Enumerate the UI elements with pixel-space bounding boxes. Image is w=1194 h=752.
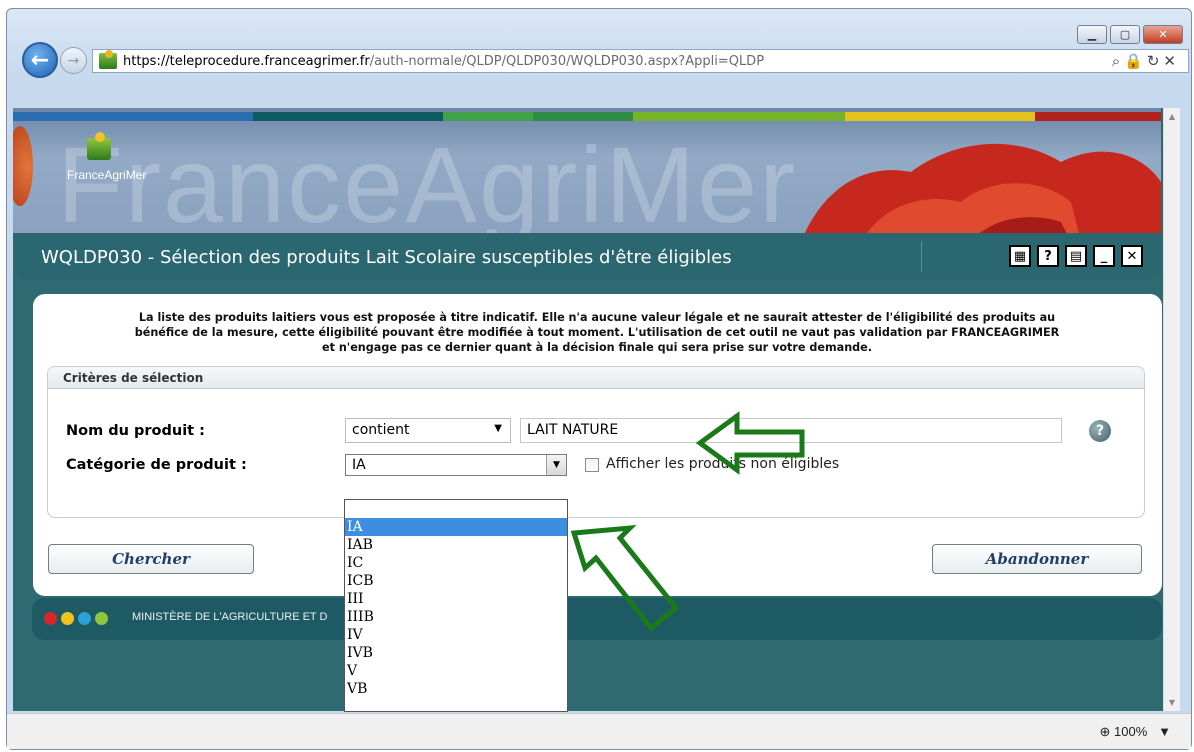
logo-icon [87,132,111,160]
footer-ministry-text: MINISTÈRE DE L'AGRICULTURE ET D [132,611,328,623]
dropdown-option[interactable]: VB [345,680,567,698]
selection-criteria-fieldset: Critères de sélection Nom du produit : c… [47,366,1145,518]
logo[interactable]: FranceAgriMer [67,132,147,200]
dropdown-option[interactable]: IV [345,626,567,644]
category-label: Catégorie de produit : [66,457,247,473]
calculator-icon[interactable]: ▦ [1009,245,1031,267]
window-minimize-button[interactable]: ▁ [1077,25,1107,44]
dropdown-option[interactable]: IIIB [345,608,567,626]
product-name-label: Nom du produit : [66,423,205,439]
search-button[interactable]: Chercher [48,544,254,574]
window-maximize-button[interactable]: ▢ [1110,25,1140,44]
zoom-level: 100% [1114,724,1148,739]
dropdown-arrow-icon[interactable]: ▼ [546,455,566,475]
header-banner: FranceAgriMer FranceAgriMer [13,108,1161,233]
main-panel: La liste des produits laitiers vous est … [33,294,1162,596]
page-content: FranceAgriMer FranceAgriMer WQLDP030 - S… [13,108,1176,711]
window-close-button[interactable]: ✕ [1143,25,1183,44]
chevron-down-icon[interactable]: ▼ [1151,724,1171,739]
page-title: WQLDP030 - Sélection des produits Lait S… [41,247,732,268]
flower-petal-left [13,126,33,206]
dropdown-option[interactable]: IVB [345,644,567,662]
refresh-icon[interactable]: ↻ [1147,52,1164,70]
url-host: https://teleprocedure.franceagrimer.fr [123,53,370,69]
zoom-icon: ⊕ [1099,724,1111,739]
lock-icon[interactable]: 🔒 [1124,52,1147,70]
red-dot-icon [44,612,57,625]
stop-icon[interactable]: ✕ [1163,52,1180,70]
dropdown-option[interactable] [345,500,567,518]
zoom-control[interactable]: ⊕ 100% ▼ [1100,724,1172,740]
dropdown-option[interactable]: IAB [345,536,567,554]
scroll-down-icon[interactable]: ▼ [1164,698,1180,707]
category-select[interactable]: IA ▼ [345,454,567,476]
product-name-input[interactable]: LAIT NATURE [520,418,1062,443]
dropdown-option[interactable]: ICB [345,572,567,590]
print-icon[interactable]: ▤ [1065,245,1087,267]
disclaimer-text: La liste des produits laitiers vous est … [43,310,1151,355]
show-ineligible-checkbox[interactable] [585,458,599,472]
color-stripes [13,112,1161,121]
help-icon[interactable]: ? [1037,245,1059,267]
match-mode-value: contient [352,422,410,438]
category-value: IA [352,457,366,473]
category-dropdown-list[interactable]: IA IAB IC ICB III IIIB IV IVB V VB [344,499,568,712]
match-mode-select[interactable]: contient ▼ [345,418,511,443]
dropdown-option-selected[interactable]: IA [345,518,567,536]
search-icon[interactable]: ⌕ [1112,52,1124,70]
cancel-button[interactable]: Abandonner [932,544,1142,574]
forward-arrow-icon[interactable]: → [60,47,87,74]
dropdown-option[interactable]: V [345,662,567,680]
address-bar[interactable]: https://teleprocedure.franceagrimer.fr /… [92,49,1189,73]
blue-dot-icon [78,612,91,625]
title-separator [921,241,922,272]
disclaimer-line-2: bénéfice de la mesure, cette éligibilité… [134,326,1060,339]
disclaimer-line-3: et n'engage pas ce dernier quant à la dé… [321,341,873,354]
logo-text: FranceAgriMer [67,168,147,182]
dropdown-option[interactable]: IC [345,554,567,572]
close-icon[interactable]: ✕ [1121,245,1143,267]
status-bar: ⊕ 100% ▼ [7,713,1191,749]
title-toolbar: ▦ ? ▤ _ ✕ [1009,245,1143,267]
footer-dots [44,612,108,625]
site-favicon-icon [99,50,117,69]
dropdown-option[interactable]: III [345,590,567,608]
criteria-header: Critères de sélection [48,367,1144,389]
footer-bar: MINISTÈRE DE L'AGRICULTURE ET D [32,598,1162,640]
scroll-up-icon[interactable]: ▲ [1164,112,1180,121]
minimize-icon[interactable]: _ [1093,245,1115,267]
window-controls: ▁ ▢ ✕ [1074,25,1183,44]
show-ineligible-label[interactable]: Afficher les produits non éligibles [606,456,839,472]
page-title-bar: WQLDP030 - Sélection des produits Lait S… [13,233,1161,280]
disclaimer-line-1: La liste des produits laitiers vous est … [138,311,1056,324]
vertical-scrollbar[interactable]: ▲ ▼ [1163,108,1180,711]
url-path: /auth-normale/QLDP/QLDP030/WQLDP030.aspx… [369,53,765,69]
yellow-dot-icon [61,612,74,625]
banner-watermark: FranceAgriMer [57,124,798,233]
chevron-down-icon: ▼ [494,423,502,434]
green-dot-icon [95,612,108,625]
flower-image [804,143,1161,233]
address-tools[interactable]: ⌕🔒↻✕ [1112,52,1180,70]
help-icon[interactable]: ? [1089,420,1111,442]
back-arrow-icon[interactable]: ← [22,42,58,78]
